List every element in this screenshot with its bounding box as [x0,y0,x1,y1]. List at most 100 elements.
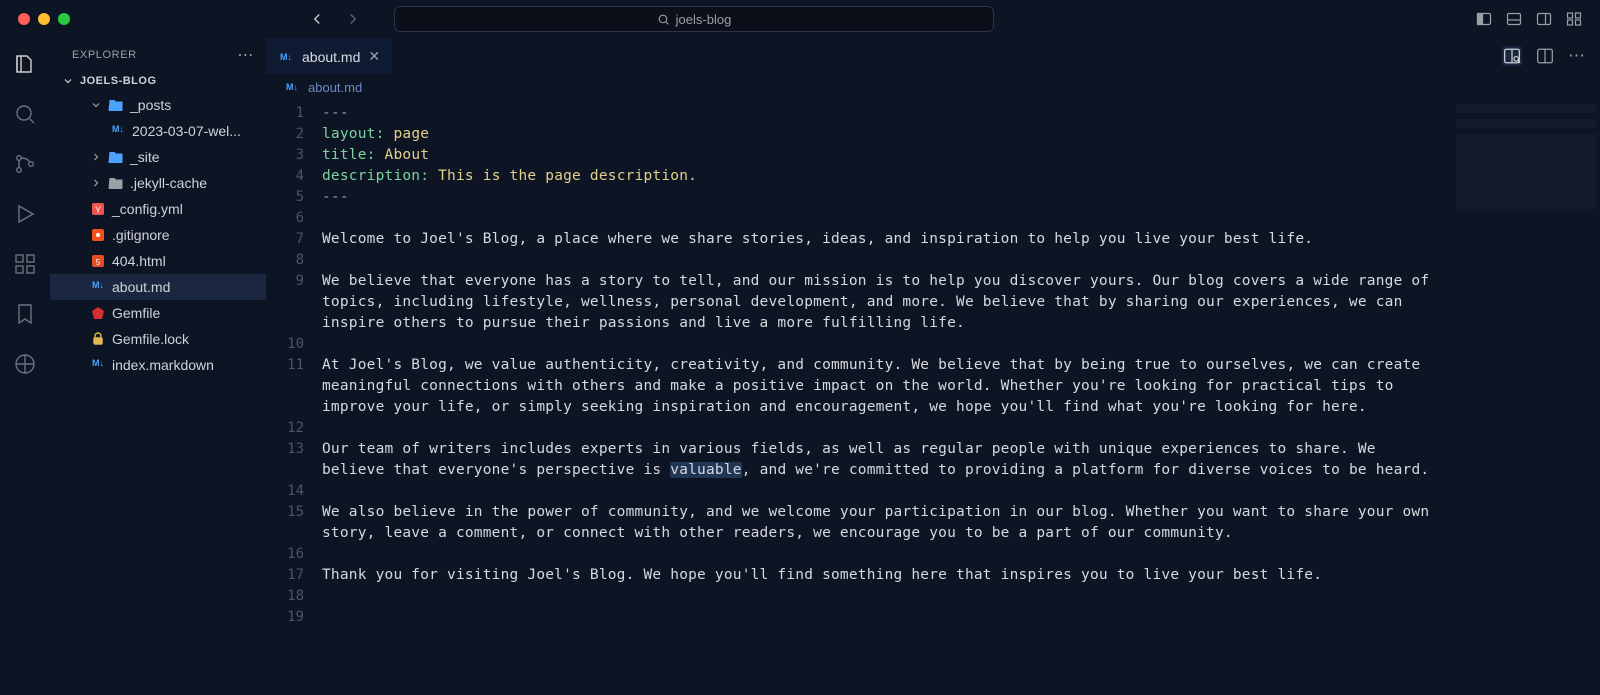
search-activity[interactable] [13,102,37,126]
close-window-button[interactable] [18,13,30,25]
line-number: 11 [266,355,304,418]
minimize-window-button[interactable] [38,13,50,25]
forward-button[interactable] [344,10,362,28]
remote-activity[interactable] [13,352,37,376]
line-number: 16 [266,544,304,565]
editor-area: M↓ about.md ✕ ⋯ M↓ about.md 123456789101… [266,38,1600,695]
tree-item-label: _posts [130,97,171,113]
line-number: 9 [266,271,304,334]
line-number: 2 [266,124,304,145]
toggle-secondary-sidebar-icon[interactable] [1536,11,1552,27]
folder-icon [108,97,124,113]
lock-file-icon [90,331,106,347]
markdown-icon: M↓ [278,51,294,63]
extensions-activity[interactable] [13,252,37,276]
source-control-activity[interactable] [13,152,37,176]
markdown-icon: M↓ [284,81,300,93]
split-editor-icon[interactable] [1536,47,1554,65]
svg-text:5: 5 [96,258,101,267]
code-content[interactable]: ---layout: pagetitle: Aboutdescription: … [322,100,1600,695]
code-line [322,607,1430,628]
file-gemfile[interactable]: Gemfile [50,300,266,326]
breadcrumb[interactable]: M↓ about.md [266,74,1600,100]
close-tab-icon[interactable]: ✕ [368,48,380,65]
customize-layout-icon[interactable] [1566,11,1582,27]
maximize-window-button[interactable] [58,13,70,25]
code-line: layout: page [322,124,1430,145]
folder-icon [108,149,124,165]
bookmark-activity[interactable] [13,302,37,326]
line-number: 1 [266,103,304,124]
code-line: Welcome to Joel's Blog, a place where we… [322,229,1430,250]
file--gitignore[interactable]: .gitignore [50,222,266,248]
window-controls [18,13,70,25]
line-number: 8 [266,250,304,271]
file-tree: _postsM↓2023-03-07-wel..._site.jekyll-ca… [50,90,266,378]
file-2023-03-07-wel-[interactable]: M↓2023-03-07-wel... [50,118,266,144]
titlebar-right [1476,11,1582,27]
tree-item-label: Gemfile [112,305,160,321]
md-file-icon: M↓ [90,279,106,295]
file-about-md[interactable]: M↓about.md [50,274,266,300]
folder--site[interactable]: _site [50,144,266,170]
file-index-markdown[interactable]: M↓ index.markdown [50,352,266,378]
tab-bar: M↓ about.md ✕ ⋯ [266,38,1600,74]
sidebar-more-icon[interactable]: ⋯ [237,45,254,65]
file--config-yml[interactable]: Y_config.yml [50,196,266,222]
code-line: --- [322,187,1430,208]
line-number: 13 [266,439,304,481]
folder--posts[interactable]: _posts [50,92,266,118]
back-button[interactable] [308,10,326,28]
titlebar: joels-blog [0,0,1600,38]
tree-item-label: .jekyll-cache [130,175,207,191]
code-line [322,481,1430,502]
code-line: Our team of writers includes experts in … [322,439,1430,481]
code-line [322,250,1430,271]
editor-more-actions-icon[interactable]: ⋯ [1568,47,1586,65]
minimap[interactable] [1456,104,1596,254]
line-number: 4 [266,166,304,187]
line-number: 15 [266,502,304,544]
project-root[interactable]: JOELS-BLOG [50,72,266,90]
tree-item-label: index.markdown [112,357,214,373]
nav-arrows [308,10,362,28]
run-debug-activity[interactable] [13,202,37,226]
line-number: 10 [266,334,304,355]
code-line: We also believe in the power of communit… [322,502,1430,544]
line-number: 18 [266,586,304,607]
chevron-down-icon [62,75,74,87]
code-line [322,208,1430,229]
search-label: joels-blog [676,12,732,27]
yml-file-icon: Y [90,201,106,217]
code-line: At Joel's Blog, we value authenticity, c… [322,355,1430,418]
folder--jekyll-cache[interactable]: .jekyll-cache [50,170,266,196]
line-number: 14 [266,481,304,502]
code-line: Thank you for visiting Joel's Blog. We h… [322,565,1430,586]
file-404-html[interactable]: 5404.html [50,248,266,274]
code-line: description: This is the page descriptio… [322,166,1430,187]
toggle-panel-icon[interactable] [1506,11,1522,27]
tab-label: about.md [302,49,360,65]
editor-body[interactable]: 12345678910111213141516171819 ---layout:… [266,100,1600,695]
html-file-icon: 5 [90,253,106,269]
line-number-gutter: 12345678910111213141516171819 [266,100,322,695]
code-line: --- [322,103,1430,124]
md-file-icon: M↓ [90,357,106,373]
file-gemfile-lock[interactable]: Gemfile.lock [50,326,266,352]
breadcrumb-file: about.md [308,80,362,95]
code-line [322,334,1430,355]
open-preview-side-icon[interactable] [1502,46,1522,66]
line-number: 7 [266,229,304,250]
explorer-activity[interactable] [13,52,37,76]
activity-bar [0,38,50,695]
search-icon [657,13,670,26]
command-center-search[interactable]: joels-blog [394,6,994,32]
line-number: 5 [266,187,304,208]
code-line [322,544,1430,565]
tree-item-label: 2023-03-07-wel... [132,123,241,139]
git-file-icon [90,227,106,243]
tab-about-md[interactable]: M↓ about.md ✕ [266,38,392,74]
explorer-sidebar: EXPLORER ⋯ JOELS-BLOG _postsM↓2023-03-07… [50,38,266,695]
code-line [322,418,1430,439]
toggle-primary-sidebar-icon[interactable] [1476,11,1492,27]
